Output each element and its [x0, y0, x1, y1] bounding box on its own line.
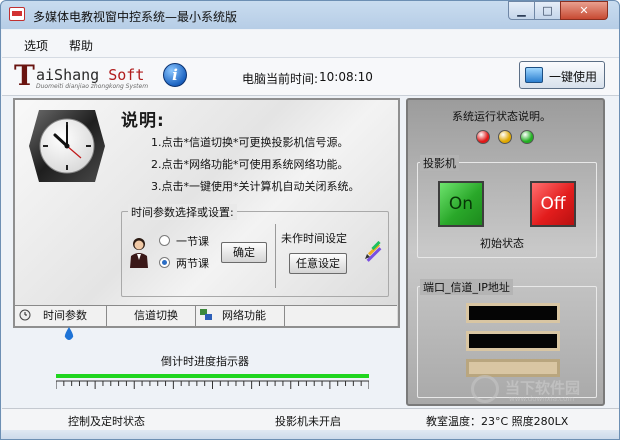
port-field [466, 303, 560, 323]
clock-label: 电脑当前时间: [242, 72, 319, 86]
control-status: 控制及定时状态 [68, 415, 145, 428]
projector-off-button[interactable]: Off [530, 181, 576, 227]
unset-time-label: 未作时间设定 [281, 232, 347, 245]
network-icon [200, 309, 212, 320]
status-title: 系统运行状态说明。 [452, 110, 551, 123]
watermark-logo [471, 375, 499, 403]
teacher-icon [130, 238, 148, 268]
countdown-fill [56, 374, 369, 378]
projector-group: 投影机 On Off 初始状态 [417, 155, 597, 258]
window-title: 多媒体电教视窗中控系统—最小系统版 [33, 10, 238, 24]
explain-title: 说明: [121, 111, 165, 131]
menu-options[interactable]: 选项 [24, 37, 48, 54]
status-light-green [520, 130, 534, 144]
menu-bar: 选项 帮助 [2, 30, 619, 58]
radio-one-lesson-label: 一节课 [176, 235, 209, 248]
window-bottom-edge [1, 430, 619, 439]
projector-title: 投影机 [420, 155, 459, 171]
instruction-line: 1.点击*信道切换*可更换投影机信号源。 [151, 136, 349, 149]
one-key-button[interactable]: 一键使用 [519, 61, 605, 89]
company-logo: T aiShang Soft Duomeiti dianjiao zhongko… [14, 59, 149, 92]
pen-icon[interactable] [362, 238, 386, 262]
projector-status: 投影机未开启 [275, 415, 341, 428]
menu-help[interactable]: 帮助 [69, 37, 93, 54]
countdown-label: 倒计时进度指示器 [161, 355, 249, 368]
minimize-button[interactable]: ▁ [508, 1, 535, 20]
app-window: 多媒体电教视窗中控系统—最小系统版 ▁ □ ✕ 选项 帮助 T aiShang … [0, 0, 620, 440]
main-panel: 说明: 1.点击*信道切换*可更换投影机信号源。 2.点击*网络功能*可使用系统… [13, 98, 400, 328]
monitor-icon [525, 67, 543, 83]
radio-one-lesson[interactable] [159, 235, 170, 246]
channel-field [466, 331, 560, 351]
one-key-label: 一键使用 [549, 70, 598, 84]
app-icon [9, 7, 25, 21]
info-icon[interactable]: i [163, 63, 187, 87]
tab-channel-switch[interactable]: 信道切换 [107, 306, 196, 326]
title-bar: 多媒体电教视窗中控系统—最小系统版 ▁ □ ✕ [1, 1, 619, 29]
maximize-button[interactable]: □ [534, 1, 561, 20]
time-param-group: 时间参数选择或设置: 一节课 两节课 确定 未作时间设定 任意设定 [121, 204, 389, 297]
clock-value: 10:08:10 [319, 70, 373, 84]
instruction-line: 2.点击*网络功能*可使用系统网络功能。 [151, 158, 349, 171]
radio-two-lessons[interactable] [159, 257, 170, 268]
time-group-title: 时间参数选择或设置: [128, 204, 237, 220]
projector-on-button[interactable]: On [438, 181, 484, 227]
divider [275, 224, 276, 288]
close-button[interactable]: ✕ [560, 1, 608, 20]
confirm-button[interactable]: 确定 [221, 242, 267, 263]
countdown-progress [56, 374, 369, 378]
status-light-red [476, 130, 490, 144]
port-title: 端口_信道_IP地址 [420, 279, 513, 295]
countdown-ruler [56, 380, 369, 389]
tab-bar: 时间参数 信道切换 网络功能 [15, 305, 397, 326]
instruction-line: 3.点击*一键使用*关计算机自动关闭系统。 [151, 180, 360, 193]
watermark: 当下软件园 www.downxia.com [471, 375, 601, 407]
radio-two-lessons-label: 两节课 [176, 257, 209, 270]
clock-icon [29, 110, 105, 182]
clock-small-icon [19, 309, 31, 321]
status-panel: 系统运行状态说明。 投影机 On Off 初始状态 端口_信道_IP地址 [406, 98, 605, 406]
custom-time-button[interactable]: 任意设定 [289, 253, 347, 274]
countdown-indicator: 倒计时进度指示器 [13, 331, 400, 407]
header-bar: T aiShang Soft Duomeiti dianjiao zhongko… [2, 58, 619, 96]
environment-info: 教室温度：23°C 照度280LX [426, 415, 569, 428]
tab-network[interactable]: 网络功能 [196, 306, 285, 326]
tab-time-params[interactable]: 时间参数 [15, 306, 107, 326]
status-light-yellow [498, 130, 512, 144]
initial-state-label: 初始状态 [480, 237, 524, 250]
status-bar: 控制及定时状态 投影机未开启 教室温度：23°C 照度280LX [2, 408, 619, 430]
